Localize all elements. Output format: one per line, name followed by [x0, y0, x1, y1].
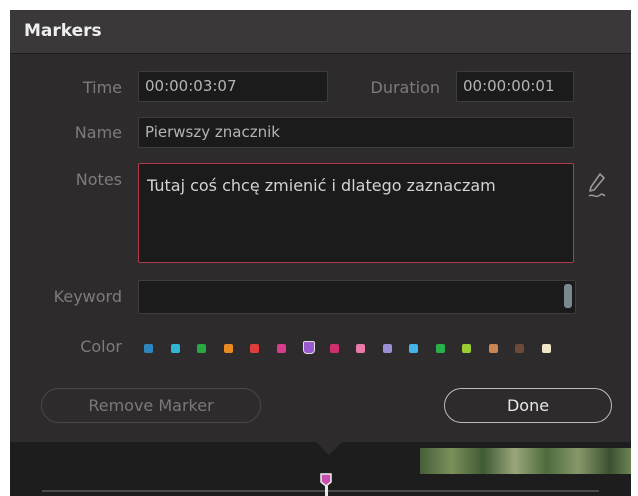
color-swatch[interactable] [462, 344, 471, 353]
color-swatch[interactable] [436, 344, 445, 353]
markers-dialog: Markers Time 00:00:03:07 Duration 00:00:… [10, 10, 631, 496]
keyword-field[interactable] [138, 280, 576, 314]
clip-thumbnail [420, 448, 631, 474]
color-swatch[interactable] [250, 344, 259, 353]
keyword-scroll-handle[interactable] [564, 284, 572, 308]
name-label: Name [74, 123, 122, 142]
color-swatch[interactable] [383, 344, 392, 353]
done-button[interactable]: Done [444, 388, 612, 423]
playhead[interactable] [325, 486, 328, 496]
notes-field[interactable]: Tutaj coś chcę zmienić i dlatego zaznacz… [138, 163, 574, 263]
time-label: Time [82, 78, 122, 97]
color-swatch[interactable] [277, 344, 286, 353]
duration-label: Duration [370, 78, 441, 97]
color-swatch[interactable] [489, 344, 498, 353]
dialog-title: Markers [24, 21, 102, 41]
color-swatch[interactable] [356, 344, 365, 353]
notes-label: Notes [75, 170, 122, 189]
marker-icon[interactable] [320, 473, 332, 487]
color-label: Color [80, 337, 122, 356]
color-swatch[interactable] [330, 344, 339, 353]
color-swatch[interactable] [171, 344, 180, 353]
color-swatch[interactable] [409, 344, 418, 353]
color-swatch[interactable] [197, 344, 206, 353]
remove-marker-button[interactable]: Remove Marker [41, 388, 261, 423]
color-swatch[interactable] [515, 344, 524, 353]
color-swatch[interactable] [144, 344, 153, 353]
time-field[interactable]: 00:00:03:07 [138, 71, 328, 102]
pen-icon[interactable] [587, 172, 607, 200]
timeline-track[interactable] [42, 490, 599, 492]
keyword-label: Keyword [53, 287, 122, 306]
color-swatch[interactable] [224, 344, 233, 353]
dialog-titlebar: Markers [10, 10, 631, 54]
color-swatch[interactable] [303, 341, 315, 354]
duration-field[interactable]: 00:00:00:01 [456, 71, 574, 102]
color-swatch[interactable] [542, 344, 551, 353]
dialog-pointer [316, 442, 342, 455]
name-field[interactable]: Pierwszy znacznik [138, 117, 574, 148]
